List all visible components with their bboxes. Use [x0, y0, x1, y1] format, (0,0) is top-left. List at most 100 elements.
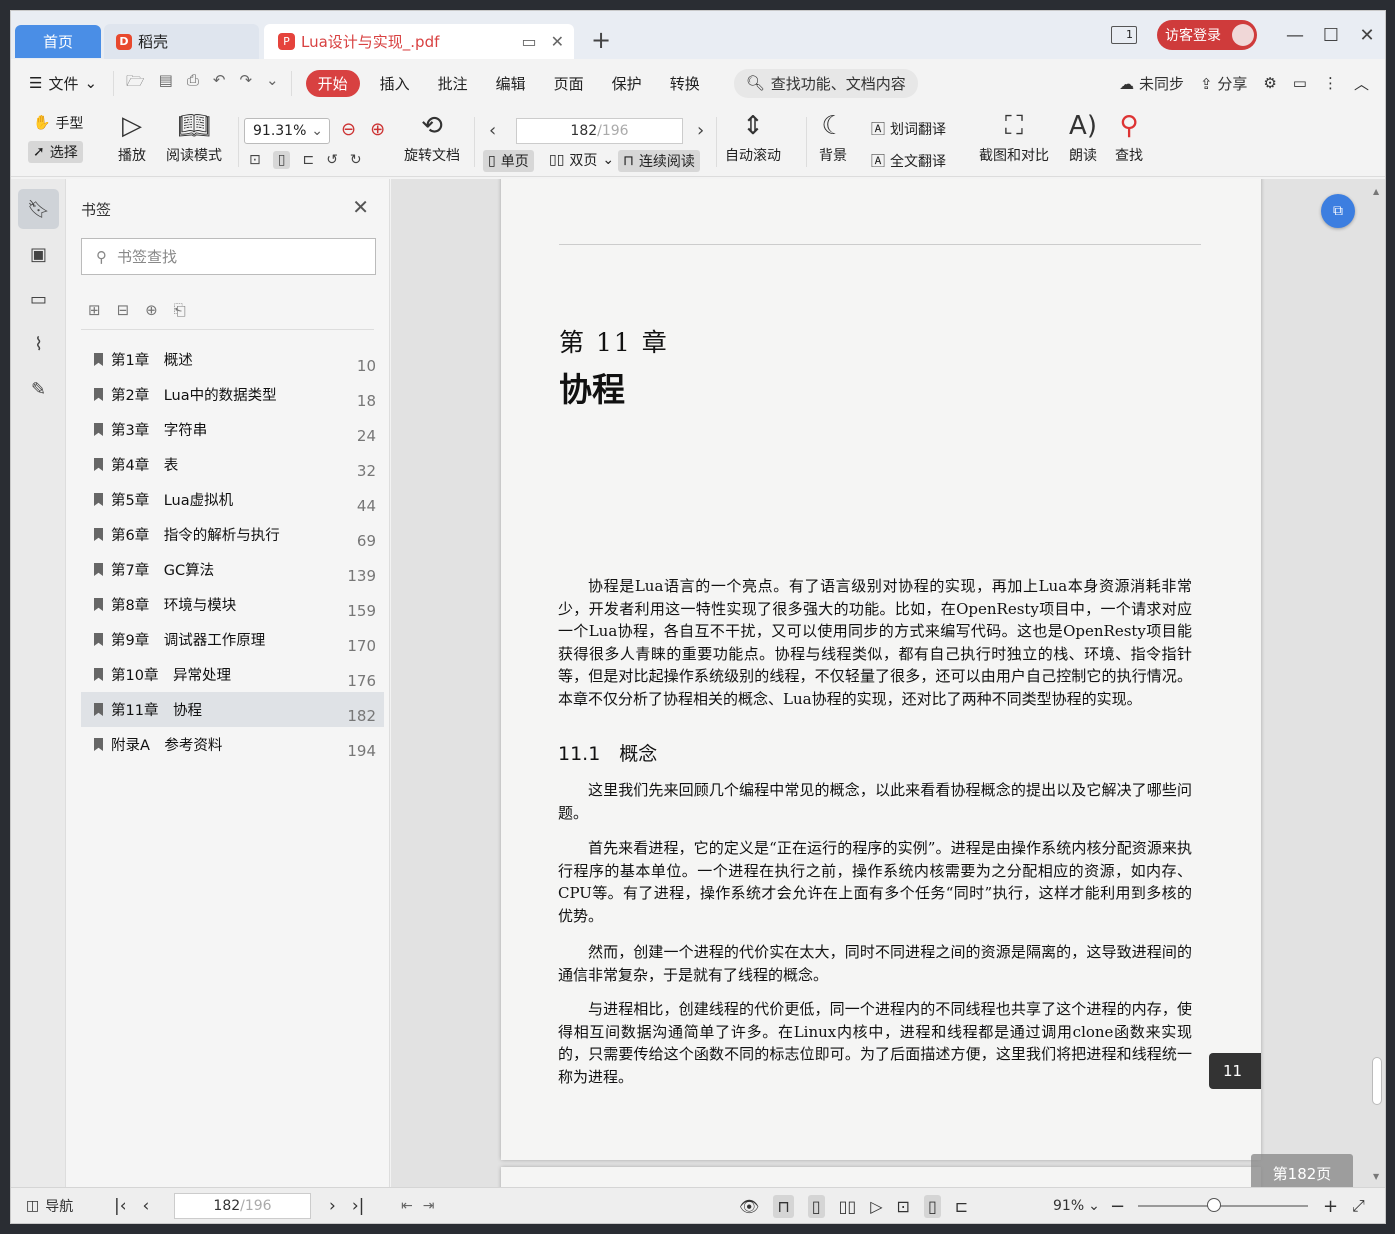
file-menu[interactable]: ☰ 文件 ⌄ [11, 73, 105, 94]
status-page-input[interactable]: 182/196 [174, 1193, 311, 1219]
read-mode-button[interactable]: 📖︎ 阅读模式 [166, 111, 222, 165]
comment-icon[interactable]: ▭ [1293, 74, 1307, 92]
bookmark-item[interactable]: 第5章 Lua虚拟机 44 [81, 482, 384, 517]
collapse-all-icon[interactable]: ⊟ [117, 301, 130, 319]
zoom-slider-knob[interactable] [1207, 1198, 1221, 1212]
single-page-button[interactable]: ▯ 单页 [483, 150, 534, 172]
signature-icon[interactable]: ✎ [18, 369, 59, 409]
float-window-icon[interactable]: ▭ [521, 32, 536, 51]
bookmark-item[interactable]: 第3章 字符串 24 [81, 412, 384, 447]
open-folder-icon[interactable]: 🗁 [126, 71, 145, 96]
back-icon[interactable]: ⇤ [401, 1198, 413, 1214]
share-button[interactable]: ⇪ 分享 [1200, 73, 1247, 94]
bookmark-item[interactable]: 第1章 概述 10 [81, 342, 384, 377]
navigation-toggle[interactable]: ◫ 导航 [26, 1188, 73, 1223]
eye-protection-icon[interactable]: 👁︎ [739, 1197, 759, 1216]
close-window-icon[interactable]: ✕ [1349, 25, 1385, 46]
bookmark-panel-icon[interactable]: 🔖︎ [18, 189, 59, 229]
tab-home[interactable]: 首页 [15, 25, 101, 58]
zoom-out-icon[interactable]: − [1110, 1188, 1125, 1223]
tab-pdf-document[interactable]: P Lua设计与实现_.pdf ▭ ✕ [264, 24, 574, 59]
bookmark-item[interactable]: 第6章 指令的解析与执行 69 [81, 517, 384, 552]
bookmark-item[interactable]: 第4章 表 32 [81, 447, 384, 482]
bookmark-item[interactable]: 附录A 参考资料 194 [81, 727, 384, 762]
scroll-down-icon[interactable]: ▼ [1373, 1172, 1379, 1181]
collapse-ribbon-icon[interactable]: ︿ [1354, 73, 1369, 94]
play-button[interactable]: ▷ 播放 [118, 111, 146, 165]
bookmark-item[interactable]: 第8章 环境与模块 159 [81, 587, 384, 622]
menu-start[interactable]: 开始 [305, 69, 360, 97]
menu-convert[interactable]: 转换 [656, 73, 714, 94]
screenshot-compare-button[interactable]: ⛶ 截图和对比 [979, 111, 1049, 165]
bookmark-item[interactable]: 第10章 异常处理 176 [81, 657, 384, 692]
word-translate-button[interactable]: 🄰 划词翻译 [871, 119, 946, 139]
double-page-button[interactable]: ▯▯ 双页 ⌄ [549, 150, 614, 170]
actual-size-icon[interactable]: ⊡ [249, 152, 261, 168]
bookmark-search-input[interactable]: ⚲ 书签查找 [81, 238, 376, 275]
maximize-icon[interactable]: ☐ [1313, 25, 1349, 46]
next-page-icon[interactable]: › [329, 1196, 336, 1216]
scrollbar-thumb[interactable] [1372, 1057, 1382, 1105]
next-page-icon[interactable]: › [697, 120, 704, 141]
bookmark-item[interactable]: 第9章 调试器工作原理 170 [81, 622, 384, 657]
attachment-icon[interactable]: ⌇ [18, 324, 59, 364]
actual-size-icon[interactable]: ⊡ [897, 1197, 910, 1216]
fit-width-icon[interactable]: ⊏ [955, 1197, 968, 1216]
rotate-right-icon[interactable]: ↻ [350, 152, 362, 168]
scroll-up-icon[interactable]: ▲ [1373, 187, 1379, 196]
continuous-icon[interactable]: ⊓ [773, 1194, 794, 1218]
redo-icon[interactable]: ↷ [239, 71, 252, 96]
zoom-select[interactable]: 91.31% ⌄ [244, 118, 330, 144]
close-tab-icon[interactable]: ✕ [551, 32, 564, 51]
page-number-input[interactable]: 182/196 [516, 118, 683, 144]
select-tool[interactable]: ➚ 选择 [28, 141, 83, 163]
zoom-in-icon[interactable]: + [1323, 1188, 1338, 1223]
menu-insert[interactable]: 插入 [366, 73, 424, 94]
zoom-in-icon[interactable]: ⊕ [370, 119, 385, 140]
fullscreen-icon[interactable]: ⤢ [1352, 1188, 1365, 1223]
undo-icon[interactable]: ↶ [213, 71, 226, 96]
add-bookmark-icon[interactable]: ⊕ [145, 301, 158, 319]
more-icon[interactable]: ⋮ [1323, 74, 1338, 92]
menu-edit[interactable]: 编辑 [482, 73, 540, 94]
close-icon[interactable]: ✕ [352, 195, 369, 219]
zoom-out-icon[interactable]: ⊖ [341, 119, 356, 140]
single-page-icon[interactable]: ▯ [807, 1194, 825, 1218]
window-pane-icon[interactable]: 1 [1111, 26, 1137, 44]
prev-page-icon[interactable]: ‹ [143, 1196, 150, 1216]
find-button[interactable]: ⚲ 查找 [1115, 111, 1143, 165]
thumbnail-icon[interactable]: ▣ [18, 234, 59, 274]
save-icon[interactable]: ▤ [159, 71, 173, 96]
bookmark-item[interactable]: 第7章 GC算法 139 [81, 552, 384, 587]
double-page-icon[interactable]: ▯▯ [839, 1197, 857, 1216]
background-button[interactable]: ☾ 背景 [819, 111, 847, 165]
full-translate-button[interactable]: 🄰 全文翻译 [871, 151, 946, 171]
tab-docer[interactable]: D 稻壳 [104, 24, 259, 59]
menu-page[interactable]: 页面 [540, 73, 598, 94]
new-tab-button[interactable]: + [591, 28, 611, 52]
fit-page-icon[interactable]: ▯ [272, 151, 291, 169]
bookmark-item[interactable]: 第2章 Lua中的数据类型 18 [81, 377, 384, 412]
expand-all-icon[interactable]: ⊞ [88, 301, 101, 319]
function-search-box[interactable]: 🔍︎ 查找功能、文档内容 [733, 68, 918, 98]
settings-icon[interactable]: ⚙ [1263, 74, 1276, 92]
floating-tool-icon[interactable]: ⧉ [1321, 194, 1355, 228]
hand-tool[interactable]: ✋ 手型 [33, 113, 83, 133]
annotation-icon[interactable]: ▭ [18, 279, 59, 319]
bookmark-ribbon-icon[interactable]: ⎗ [174, 301, 186, 319]
first-page-icon[interactable]: |‹ [114, 1196, 127, 1216]
prev-page-icon[interactable]: ‹ [489, 120, 496, 141]
print-icon[interactable]: ⎙ [187, 71, 199, 96]
zoom-slider[interactable] [1138, 1198, 1308, 1212]
read-aloud-button[interactable]: A) 朗读 [1069, 111, 1097, 165]
fit-page-icon[interactable]: ▯ [923, 1194, 941, 1218]
guest-login-button[interactable]: 访客登录 [1157, 20, 1257, 50]
sync-status[interactable]: ☁ 未同步 [1119, 73, 1184, 94]
play-icon[interactable]: ▷ [870, 1197, 882, 1216]
forward-icon[interactable]: ⇥ [423, 1198, 435, 1214]
last-page-icon[interactable]: ›| [352, 1196, 365, 1216]
fit-width-icon[interactable]: ⊏ [302, 152, 314, 168]
more-dropdown-icon[interactable]: ⌄ [266, 71, 279, 96]
vertical-scrollbar[interactable]: ▲ ▼ [1371, 187, 1383, 1181]
bookmark-item[interactable]: 第11章 协程 182 [81, 692, 384, 727]
